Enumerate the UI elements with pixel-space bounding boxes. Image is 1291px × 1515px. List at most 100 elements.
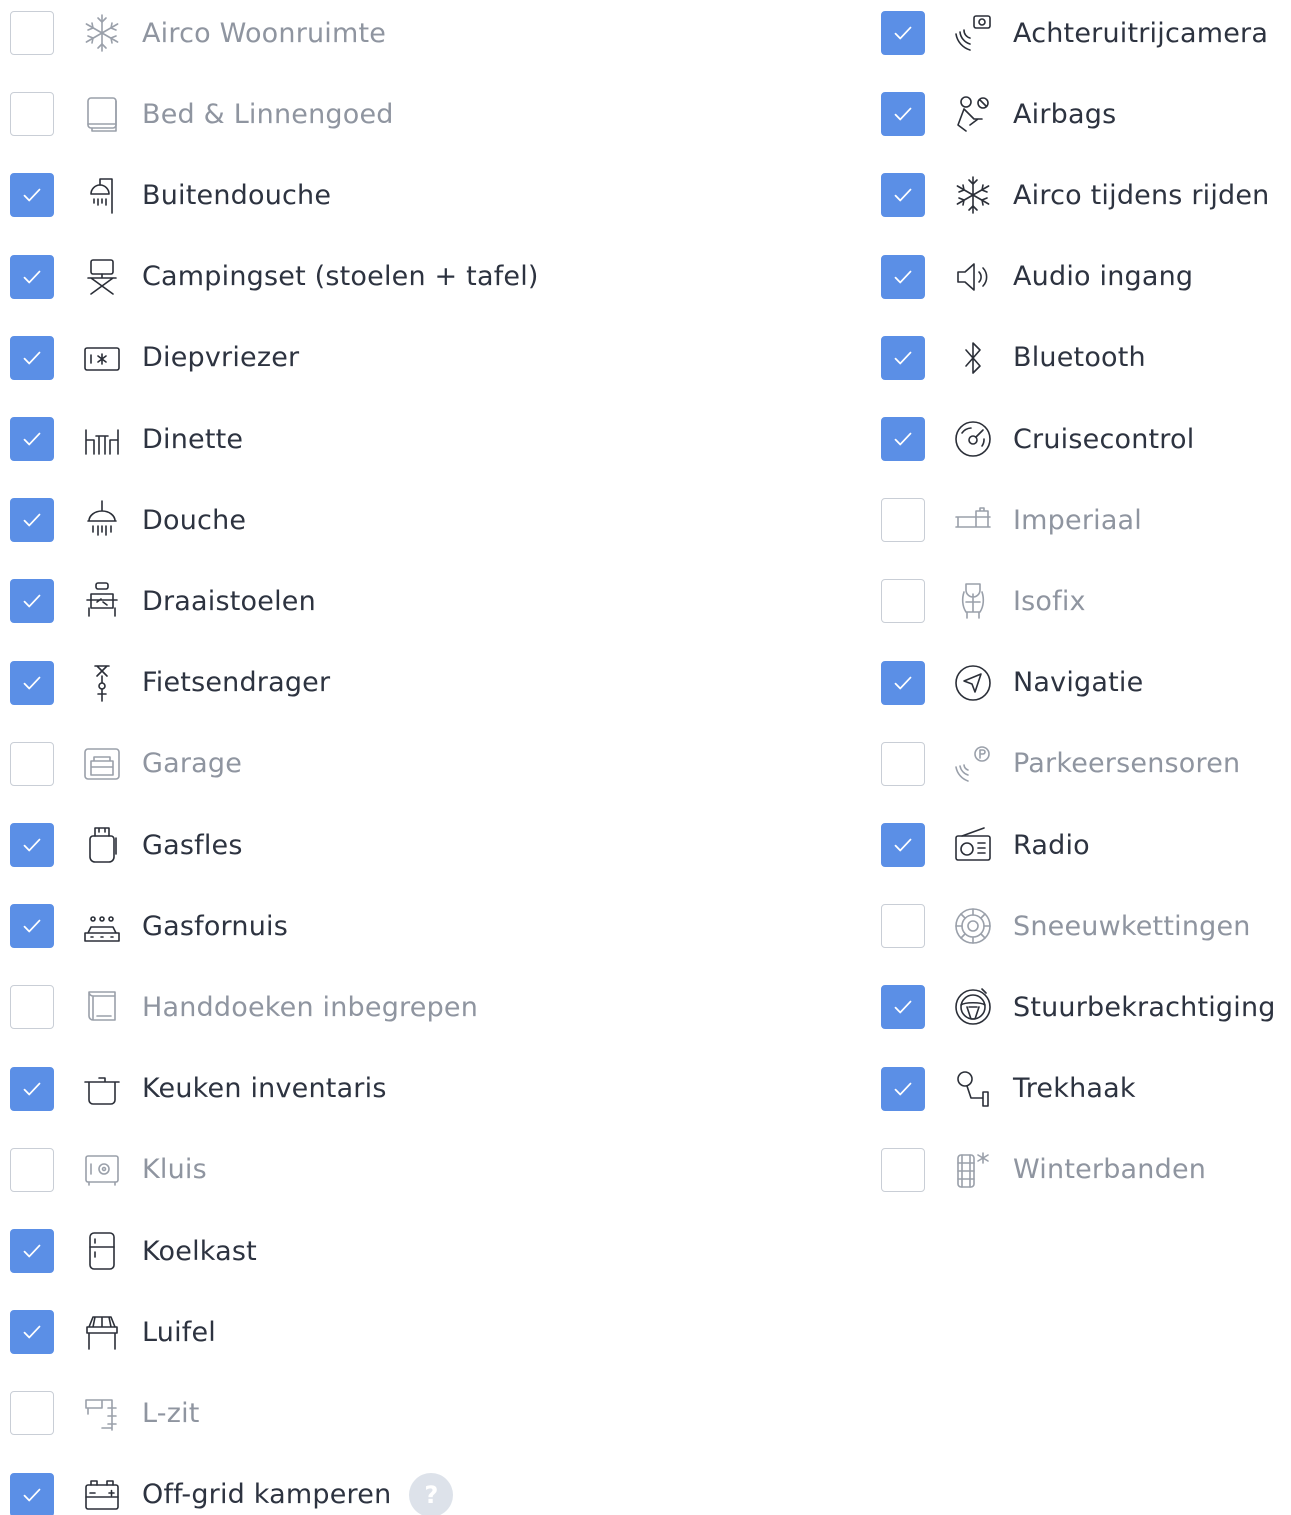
amenity-item-garage[interactable]: Garage xyxy=(10,741,242,787)
amenity-item-fietsendrager[interactable]: Fietsendrager xyxy=(10,660,330,706)
amenity-item-navigatie[interactable]: Navigatie xyxy=(881,660,1143,706)
amenity-item-kluis[interactable]: Kluis xyxy=(10,1147,207,1193)
airbag-icon xyxy=(949,90,997,138)
checkbox-airbags[interactable] xyxy=(881,92,925,137)
amenity-item-airco-tijdens-rijden[interactable]: Airco tijdens rijden xyxy=(881,172,1270,218)
checkbox-isofix[interactable] xyxy=(881,579,925,624)
amenity-label: Navigatie xyxy=(1013,667,1144,699)
checkmark-icon xyxy=(23,1488,41,1501)
amenity-item-cruisecontrol[interactable]: Cruisecontrol xyxy=(881,416,1194,462)
checkbox-campingset-stoelen-tafel[interactable] xyxy=(10,254,54,299)
checkbox-bed-and-linnengoed[interactable] xyxy=(10,92,54,137)
checkbox-audio-ingang[interactable] xyxy=(881,254,925,299)
checkbox-buitendouche[interactable] xyxy=(10,173,54,218)
help-icon[interactable]: ? xyxy=(409,1472,454,1515)
checkbox-draaistoelen[interactable] xyxy=(10,579,54,624)
swivel-seat-icon xyxy=(78,577,126,625)
amenity-label: Keuken inventaris xyxy=(142,1073,387,1105)
amenity-label: Off-grid kamperen xyxy=(142,1479,392,1511)
checkbox-luifel[interactable] xyxy=(10,1310,54,1355)
amenity-item-audio-ingang[interactable]: Audio ingang xyxy=(881,254,1193,300)
checkbox-koelkast[interactable] xyxy=(10,1229,54,1273)
checkbox-fietsendrager[interactable] xyxy=(10,660,54,705)
amenity-item-sneeuwkettingen[interactable]: Sneeuwkettingen xyxy=(881,903,1251,949)
amenity-item-trekhaak[interactable]: Trekhaak xyxy=(881,1066,1136,1112)
amenity-item-winterbanden[interactable]: Winterbanden xyxy=(881,1147,1206,1193)
amenity-label: Parkeersensoren xyxy=(1013,748,1241,780)
amenity-label: L-zit xyxy=(142,1397,200,1429)
checkbox-l-zit[interactable] xyxy=(10,1391,54,1436)
checkbox-trekhaak[interactable] xyxy=(881,1066,925,1111)
amenity-label: Gasfles xyxy=(142,829,243,861)
amenity-item-campingset-stoelen-tafel[interactable]: Campingset (stoelen + tafel) xyxy=(10,254,539,300)
outdoor-shower-icon xyxy=(78,171,126,219)
shower-icon xyxy=(78,496,126,544)
checkbox-winterbanden[interactable] xyxy=(881,1147,925,1192)
checkbox-garage[interactable] xyxy=(10,741,54,786)
amenity-item-bed-and-linnengoed[interactable]: Bed & Linnengoed xyxy=(10,91,394,137)
bluetooth-icon xyxy=(949,334,997,382)
checkbox-airco-tijdens-rijden[interactable] xyxy=(881,173,925,218)
amenity-item-radio[interactable]: Radio xyxy=(881,822,1090,868)
amenity-label: Luifel xyxy=(142,1316,216,1348)
amenity-item-draaistoelen[interactable]: Draaistoelen xyxy=(10,578,316,624)
checkbox-achteruitrijcamera[interactable] xyxy=(881,11,925,55)
amenity-item-koelkast[interactable]: Koelkast xyxy=(10,1228,257,1274)
checkbox-douche[interactable] xyxy=(10,498,54,543)
amenity-label: Airco tijdens rijden xyxy=(1013,179,1270,211)
checkbox-keuken-inventaris[interactable] xyxy=(10,1066,54,1111)
amenity-label: Handdoeken inbegrepen xyxy=(142,991,479,1023)
amenity-item-achteruitrijcamera[interactable]: Achteruitrijcamera xyxy=(881,10,1268,56)
checkbox-off-grid-kamperen[interactable] xyxy=(10,1472,54,1515)
winter-tire-icon xyxy=(949,1146,997,1194)
checkbox-parkeersensoren[interactable] xyxy=(881,741,925,786)
amenity-item-bluetooth[interactable]: Bluetooth xyxy=(881,335,1146,381)
checkbox-radio[interactable] xyxy=(881,823,925,867)
amenity-item-luifel[interactable]: Luifel xyxy=(10,1309,216,1355)
checkbox-kluis[interactable] xyxy=(10,1147,54,1192)
amenity-item-airco-woonruimte[interactable]: Airco Woonruimte xyxy=(10,10,386,56)
amenity-item-off-grid-kamperen[interactable]: Off-grid kamperen? xyxy=(10,1472,454,1515)
amenity-label: Koelkast xyxy=(142,1235,257,1267)
gas-stove-icon xyxy=(78,902,126,950)
amenity-item-isofix[interactable]: Isofix xyxy=(881,578,1086,624)
checkbox-imperiaal[interactable] xyxy=(881,498,925,543)
amenity-item-handdoeken-inbegrepen[interactable]: Handdoeken inbegrepen xyxy=(10,984,478,1030)
amenity-item-gasfles[interactable]: Gasfles xyxy=(10,822,243,868)
amenity-item-keuken-inventaris[interactable]: Keuken inventaris xyxy=(10,1066,387,1112)
amenity-item-diepvriezer[interactable]: Diepvriezer xyxy=(10,335,299,381)
amenity-item-imperiaal[interactable]: Imperiaal xyxy=(881,497,1142,543)
checkbox-stuurbekrachtiging[interactable] xyxy=(881,985,925,1030)
checkbox-navigatie[interactable] xyxy=(881,660,925,705)
checkbox-bluetooth[interactable] xyxy=(881,335,925,380)
checkbox-cruisecontrol[interactable] xyxy=(881,417,925,461)
garage-icon xyxy=(78,740,126,788)
amenity-label: Bed & Linnengoed xyxy=(142,98,394,130)
speedometer-icon xyxy=(949,415,997,463)
fridge-icon xyxy=(78,1227,126,1275)
checkbox-diepvriezer[interactable] xyxy=(10,335,54,380)
amenity-item-parkeersensoren[interactable]: Parkeersensoren xyxy=(881,741,1240,787)
amenity-item-stuurbekrachtiging[interactable]: Stuurbekrachtiging xyxy=(881,984,1276,1030)
amenity-item-l-zit[interactable]: L-zit xyxy=(10,1390,200,1436)
checkbox-airco-woonruimte[interactable] xyxy=(10,11,54,55)
checkbox-gasfornuis[interactable] xyxy=(10,904,54,949)
amenity-label: Gasfornuis xyxy=(142,910,288,942)
checkbox-gasfles[interactable] xyxy=(10,823,54,867)
checkmark-icon xyxy=(23,351,41,365)
amenity-label: Airco Woonruimte xyxy=(142,17,387,49)
amenity-label: Isofix xyxy=(1013,585,1086,617)
checkbox-dinette[interactable] xyxy=(10,417,54,461)
amenity-label: Bluetooth xyxy=(1013,342,1146,374)
amenity-item-airbags[interactable]: Airbags xyxy=(881,91,1116,137)
checkbox-handdoeken-inbegrepen[interactable] xyxy=(10,985,54,1030)
amenity-label: Kluis xyxy=(142,1154,207,1186)
freezer-icon xyxy=(78,334,126,382)
checkbox-sneeuwkettingen[interactable] xyxy=(881,904,925,949)
amenity-item-gasfornuis[interactable]: Gasfornuis xyxy=(10,903,288,949)
parking-sensor-icon xyxy=(949,740,997,788)
amenity-item-buitendouche[interactable]: Buitendouche xyxy=(10,172,331,218)
amenity-item-dinette[interactable]: Dinette xyxy=(10,416,243,462)
radio-icon xyxy=(949,821,997,869)
amenity-item-douche[interactable]: Douche xyxy=(10,497,246,543)
